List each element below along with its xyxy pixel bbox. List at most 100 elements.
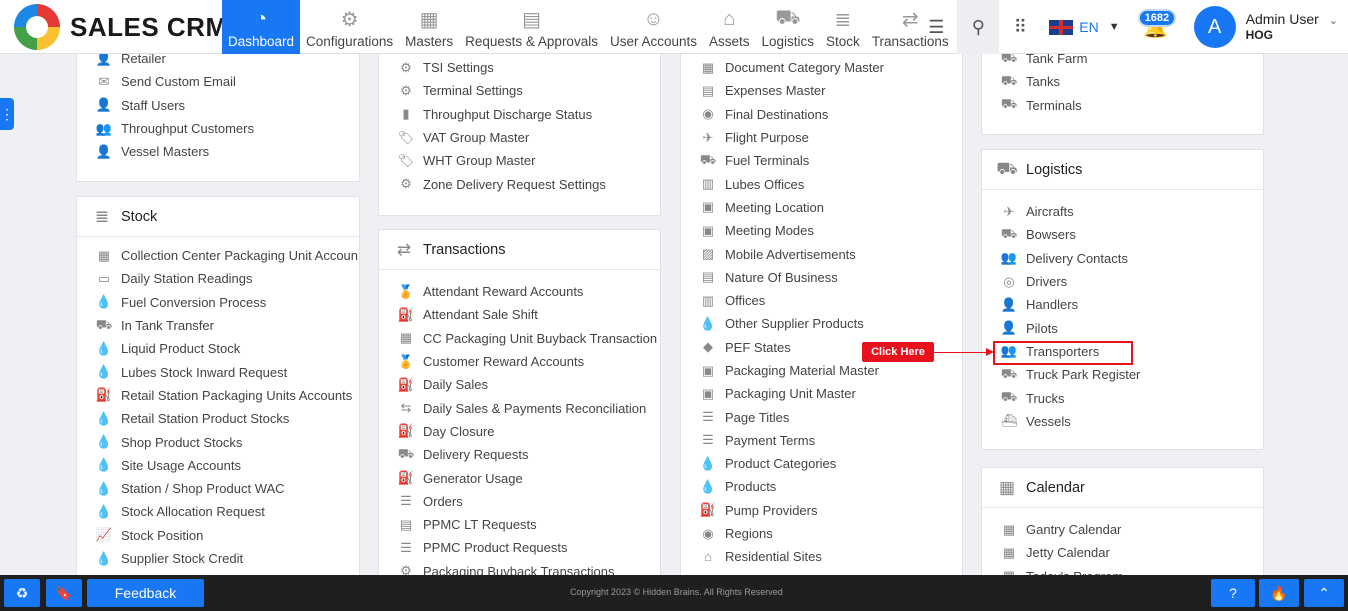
list-item[interactable]: 💧 Products bbox=[681, 475, 962, 498]
list-item[interactable]: ☰ PPMC Product Requests bbox=[379, 536, 660, 559]
list-item[interactable]: ▦ Collection Center Packaging Unit Accoun bbox=[77, 244, 359, 267]
list-item[interactable]: ⚙ TSI Settings bbox=[379, 56, 660, 79]
list-item[interactable]: ⛟ Bowsers bbox=[982, 223, 1263, 246]
list-item[interactable]: ⛟ Trucks bbox=[982, 386, 1263, 409]
list-item[interactable]: ⛽ Daily Sales bbox=[379, 373, 660, 396]
list-item[interactable]: ▣ Packaging Material Master bbox=[681, 359, 962, 382]
list-item[interactable]: ▤ PPMC LT Requests bbox=[379, 513, 660, 536]
flame-button[interactable]: 🔥 bbox=[1259, 579, 1299, 607]
list-item[interactable]: ▦ CC Packaging Unit Buyback Transaction bbox=[379, 327, 660, 350]
list-item[interactable]: ◉ Final Destinations bbox=[681, 103, 962, 126]
list-item[interactable]: ⛽ Retail Station Packaging Units Accounts bbox=[77, 384, 359, 407]
list-item[interactable]: ▦ Document Category Master bbox=[681, 56, 962, 79]
list-item[interactable]: ⛟ Tanks bbox=[982, 70, 1263, 93]
list-item[interactable]: 🏅 Attendant Reward Accounts bbox=[379, 280, 660, 303]
list-item[interactable]: ▥ Offices bbox=[681, 289, 962, 312]
list-item[interactable]: ⛟ Terminals bbox=[982, 94, 1263, 117]
list-item[interactable]: ✈ Flight Purpose bbox=[681, 126, 962, 149]
list-item[interactable]: 🏷 VAT Group Master bbox=[379, 126, 660, 149]
scroll-top-button[interactable]: ⌃ bbox=[1304, 579, 1344, 607]
list-item[interactable]: ▦ Jetty Calendar bbox=[982, 541, 1263, 564]
search-button[interactable]: ⚲ bbox=[957, 0, 1000, 54]
nav-dashboard[interactable]: ◔ Dashboard bbox=[222, 0, 301, 54]
list-item[interactable]: ⚙ Terminal Settings bbox=[379, 79, 660, 102]
list-item[interactable]: ⛽ Attendant Sale Shift bbox=[379, 303, 660, 326]
list-item[interactable]: 👤 Pilots bbox=[982, 316, 1263, 339]
list-item[interactable]: 👤 Handlers bbox=[982, 293, 1263, 316]
list-item[interactable]: ▦ Gantry Calendar bbox=[982, 518, 1263, 541]
bookmark-button[interactable]: 🔖 bbox=[46, 579, 82, 607]
list-item-label: Meeting Location bbox=[725, 199, 825, 215]
list-item[interactable]: ⇆ Daily Sales & Payments Reconciliation bbox=[379, 396, 660, 419]
list-item[interactable]: ✈ Aircrafts bbox=[982, 200, 1263, 223]
list-item[interactable]: ⚙ Zone Delivery Request Settings bbox=[379, 172, 660, 195]
list-item[interactable]: 🏷 WHT Group Master bbox=[379, 149, 660, 172]
side-drawer-toggle[interactable]: ⋮ bbox=[0, 98, 14, 130]
list-item[interactable]: ⛟ Fuel Terminals bbox=[681, 149, 962, 172]
list-item[interactable]: 👤 Staff Users bbox=[77, 94, 359, 117]
list-item[interactable]: 💧 Product Categories bbox=[681, 452, 962, 475]
brand-logo[interactable]: SALES CRM bbox=[14, 4, 228, 50]
gears-icon: ⚙ bbox=[340, 8, 359, 31]
list-item[interactable]: 💧 Other Supplier Products bbox=[681, 312, 962, 335]
nav-user-accounts[interactable]: ☺ User Accounts bbox=[604, 0, 703, 54]
list-item[interactable]: ☰ Orders bbox=[379, 490, 660, 513]
meter-984-icon: ▭ bbox=[97, 270, 111, 286]
help-button[interactable]: ? bbox=[1211, 579, 1255, 607]
list-item[interactable]: ▮ Throughput Discharge Status bbox=[379, 103, 660, 126]
feedback-button[interactable]: Feedback bbox=[87, 579, 204, 607]
menu-toggle-button[interactable]: ☰ bbox=[915, 0, 957, 54]
list-item[interactable]: ▨ Mobile Advertisements bbox=[681, 242, 962, 265]
list-item[interactable]: ✉ Send Custom Email bbox=[77, 70, 359, 93]
list-item[interactable]: ◎ Drivers bbox=[982, 270, 1263, 293]
list-item[interactable]: 💧 Lubes Stock Inward Request bbox=[77, 360, 359, 383]
user-menu[interactable]: A Admin User HOG ⌄ bbox=[1182, 6, 1348, 48]
list-item[interactable]: ⛴ Vessels bbox=[982, 410, 1263, 433]
list-item[interactable]: 💧 Retail Station Product Stocks bbox=[77, 407, 359, 430]
list-item-label: In Tank Transfer bbox=[121, 318, 214, 334]
nav-configurations[interactable]: ⚙ Configurations bbox=[300, 0, 399, 54]
list-item[interactable]: 👤 Vessel Masters bbox=[77, 140, 359, 163]
list-item[interactable]: 👥 Throughput Customers bbox=[77, 117, 359, 140]
list-item[interactable]: ▣ Packaging Unit Master bbox=[681, 382, 962, 405]
list-item[interactable]: 🏅 Customer Reward Accounts bbox=[379, 350, 660, 373]
list-item[interactable]: ▥ Lubes Offices bbox=[681, 172, 962, 195]
list-item[interactable]: 📈 Stock Position bbox=[77, 524, 359, 547]
nav-logistics[interactable]: ⛟ Logistics bbox=[756, 0, 821, 54]
list-item[interactable]: ⛽ Generator Usage bbox=[379, 466, 660, 489]
list-item[interactable]: ▭ Daily Station Readings bbox=[77, 267, 359, 290]
list-item[interactable]: ▤ Expenses Master bbox=[681, 79, 962, 102]
list-item[interactable]: 💧 Stock Allocation Request bbox=[77, 500, 359, 523]
crm-logo-icon bbox=[14, 4, 60, 50]
list-item[interactable]: ☰ Payment Terms bbox=[681, 429, 962, 452]
nav-assets[interactable]: ⌂ Assets bbox=[703, 0, 756, 54]
list-item[interactable]: 💧 Site Usage Accounts bbox=[77, 454, 359, 477]
list-item[interactable]: ⛟ In Tank Transfer bbox=[77, 314, 359, 337]
list-item[interactable]: 💧 Liquid Product Stock bbox=[77, 337, 359, 360]
nav-label: Logistics bbox=[761, 34, 815, 49]
list-item[interactable]: ⌂ Residential Sites bbox=[681, 545, 962, 568]
list-item[interactable]: ⛟ Delivery Requests bbox=[379, 443, 660, 466]
list-item[interactable]: ▤ Nature Of Business bbox=[681, 266, 962, 289]
list-item[interactable]: ☰ Page Titles bbox=[681, 405, 962, 428]
list-item[interactable]: 💧 Shop Product Stocks bbox=[77, 430, 359, 453]
list-item[interactable]: ⛽ Pump Providers bbox=[681, 499, 962, 522]
notifications-button[interactable]: 🔔 1682 bbox=[1130, 0, 1182, 54]
list-item[interactable]: ◉ Regions bbox=[681, 522, 962, 545]
list-item[interactable]: 💧 Station / Shop Product WAC bbox=[77, 477, 359, 500]
list-item[interactable]: 👥 Delivery Contacts bbox=[982, 247, 1263, 270]
nav-stock[interactable]: ≣ Stock bbox=[820, 0, 866, 54]
list-item[interactable]: ⛟ Truck Park Register bbox=[982, 363, 1263, 386]
image-icon: ▨ bbox=[701, 246, 715, 262]
list-item[interactable]: ▣ Meeting Location bbox=[681, 196, 962, 219]
language-selector[interactable]: EN ▼ bbox=[1041, 19, 1129, 35]
apps-grid-button[interactable]: ⠿ bbox=[999, 0, 1041, 54]
list-item[interactable]: 💧 Fuel Conversion Process bbox=[77, 291, 359, 314]
list-item[interactable]: ⛽ Day Closure bbox=[379, 420, 660, 443]
list-item[interactable]: 💧 Supplier Stock Credit bbox=[77, 547, 359, 570]
nav-masters[interactable]: ▦ Masters bbox=[399, 0, 459, 54]
list-item-label: TSI Settings bbox=[423, 60, 494, 76]
list-item[interactable]: ▣ Meeting Modes bbox=[681, 219, 962, 242]
nav-requests-approvals[interactable]: ▤ Requests & Approvals bbox=[459, 0, 604, 54]
recycle-button[interactable]: ♻ bbox=[4, 579, 40, 607]
